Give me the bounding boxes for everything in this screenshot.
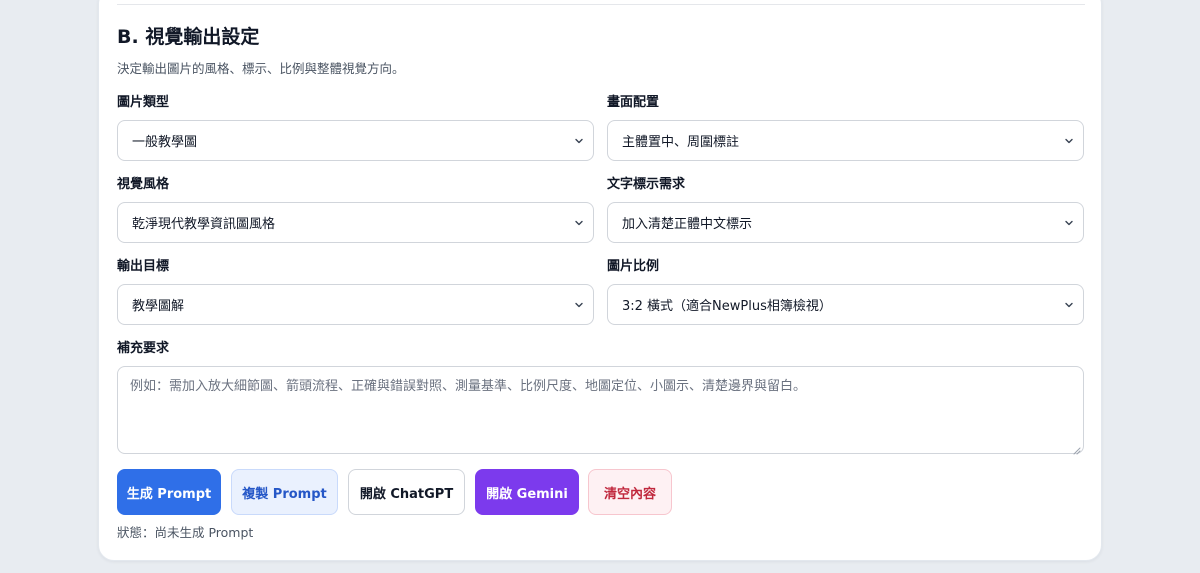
copy-prompt-button[interactable]: 複製 Prompt <box>231 469 338 515</box>
chevron-down-icon <box>1064 218 1074 228</box>
image-type-label: 圖片類型 <box>117 95 170 110</box>
chevron-down-icon <box>574 218 584 228</box>
visual-output-settings-card: B. 視覺輸出設定 決定輸出圖片的風格、標示、比例與整體視覺方向。 圖片類型 一… <box>98 0 1102 561</box>
clear-content-button[interactable]: 清空內容 <box>588 469 672 515</box>
visual-style-value: 乾淨現代教學資訊圖風格 <box>132 217 276 232</box>
supplement-textarea[interactable]: 例如：需加入放大細節圖、箭頭流程、正確與錯誤對照、測量基準、比例尺度、地圖定位、… <box>117 366 1084 455</box>
layout-value: 主體置中、周圍標註 <box>622 135 740 150</box>
text-labels-label: 文字標示需求 <box>607 177 686 192</box>
section-divider <box>117 4 1085 5</box>
chevron-down-icon <box>574 300 584 310</box>
status-text: 狀態：尚未生成 Prompt <box>117 525 254 540</box>
image-type-value: 一般教學圖 <box>132 135 198 150</box>
text-labels-value: 加入清楚正體中文標示 <box>622 217 753 232</box>
open-chatgpt-button[interactable]: 開啟 ChatGPT <box>348 469 465 515</box>
chevron-down-icon <box>1064 300 1074 310</box>
image-type-select[interactable]: 一般教學圖 <box>117 120 594 161</box>
open-gemini-button[interactable]: 開啟 Gemini <box>475 469 579 515</box>
supplement-label: 補充要求 <box>117 341 170 356</box>
section-description: 決定輸出圖片的風格、標示、比例與整體視覺方向。 <box>117 61 405 76</box>
resize-grip-icon[interactable] <box>1073 443 1081 455</box>
visual-style-select[interactable]: 乾淨現代教學資訊圖風格 <box>117 202 594 243</box>
generate-prompt-button[interactable]: 生成 Prompt <box>117 469 221 515</box>
aspect-ratio-label: 圖片比例 <box>607 259 660 274</box>
chevron-down-icon <box>1064 136 1074 146</box>
output-goal-select[interactable]: 教學圖解 <box>117 284 594 325</box>
section-title: B. 視覺輸出設定 <box>117 26 260 48</box>
supplement-placeholder: 例如：需加入放大細節圖、箭頭流程、正確與錯誤對照、測量基準、比例尺度、地圖定位、… <box>130 379 807 394</box>
chevron-down-icon <box>574 136 584 146</box>
text-labels-select[interactable]: 加入清楚正體中文標示 <box>607 202 1084 243</box>
layout-label: 畫面配置 <box>607 95 660 110</box>
aspect-ratio-select[interactable]: 3:2 橫式（適合NewPlus相簿檢視） <box>607 284 1084 325</box>
layout-select[interactable]: 主體置中、周圍標註 <box>607 120 1084 161</box>
aspect-ratio-value: 3:2 橫式（適合NewPlus相簿檢視） <box>622 299 832 314</box>
output-goal-value: 教學圖解 <box>132 299 185 314</box>
visual-style-label: 視覺風格 <box>117 177 170 192</box>
output-goal-label: 輸出目標 <box>117 259 170 274</box>
